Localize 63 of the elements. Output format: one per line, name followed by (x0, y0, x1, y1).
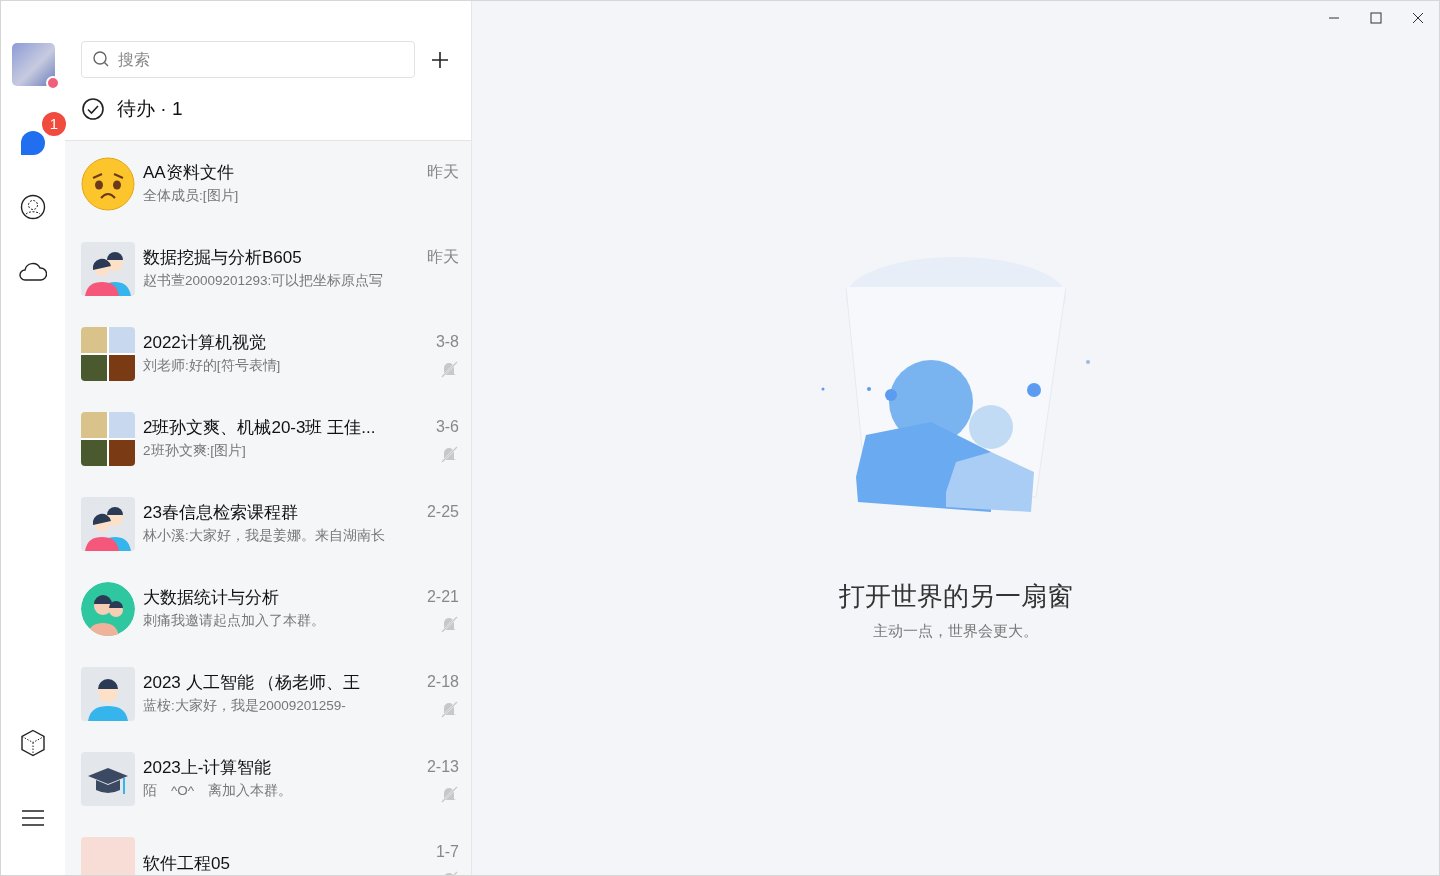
chat-item[interactable]: 23春信息检索课程群 林小溪:大家好，我是姜娜。来自湖南长 2-25 (65, 481, 471, 566)
plus-icon (430, 49, 450, 70)
chat-preview: 2班孙文爽:[图片] (143, 442, 247, 460)
search-field[interactable]: 搜索 (81, 41, 415, 78)
chat-time: 3-6 (435, 417, 459, 437)
empty-state-title: 打开世界的另一扇窗 (838, 580, 1073, 613)
people-avatar (81, 581, 135, 636)
chat-item[interactable]: 软件工程05 1-7 (65, 821, 471, 875)
chat-title: 2022计算机视觉 (143, 332, 267, 354)
graduation-cap-avatar (81, 751, 135, 806)
chat-bubble-icon[interactable] (18, 128, 48, 158)
chat-item[interactable]: 2022计算机视觉 刘老师:好的[符号表情] 3-8 (65, 311, 471, 396)
menu-icon[interactable] (21, 809, 45, 827)
close-icon (1412, 12, 1424, 24)
muted-bell-icon (439, 444, 459, 464)
cube-icon[interactable] (20, 729, 46, 757)
chat-item[interactable]: 2023上-计算智能 陌 ^O^ 离加入本群。 2-13 (65, 736, 471, 821)
photo-grid-placeholder (81, 326, 135, 381)
empty-state-subtitle: 主动一点，世界会更大。 (873, 621, 1038, 641)
chat-preview: 林小溪:大家好，我是姜娜。来自湖南长 (143, 527, 386, 545)
chat-item[interactable]: AA资料文件 全体成员:[图片] 昨天 (65, 141, 471, 226)
muted-bell-icon (439, 359, 459, 379)
chat-title: 23春信息检索课程群 (143, 502, 299, 524)
chat-preview: 蓝桉:大家好，我是20009201259- (143, 697, 347, 715)
person-avatar (81, 666, 135, 721)
chat-title: 数据挖掘与分析B605 (143, 247, 303, 269)
chat-preview: 刺痛我邀请起点加入了本群。 (143, 612, 326, 630)
chat-time: 昨天 (427, 247, 459, 267)
chat-item[interactable]: 大数据统计与分析 刺痛我邀请起点加入了本群。 2-21 (65, 566, 471, 651)
unread-count: 1 (42, 112, 66, 136)
chat-title: 软件工程05 (143, 853, 231, 875)
chat-preview: 赵书萱20009201293:可以把坐标原点写 (143, 272, 385, 290)
chat-item[interactable]: 2023 人工智能 （杨老师、王 蓝桉:大家好，我是20009201259- 2-18 (65, 651, 471, 736)
chat-time: 2-21 (426, 587, 459, 607)
chat-time: 2-25 (426, 502, 459, 522)
chat-time: 3-8 (435, 332, 459, 352)
chat-time: 1-7 (435, 842, 459, 862)
chat-title: AA资料文件 (143, 162, 235, 184)
chat-item[interactable]: 2班孙文爽、机械20-3班 王佳... 2班孙文爽:[图片] 3-6 (65, 396, 471, 481)
group-avatar (81, 496, 135, 551)
chat-time: 2-13 (426, 757, 459, 777)
sad-face-avatar (81, 156, 135, 211)
check-circle-icon (81, 97, 105, 121)
chat-title: 2023 人工智能 （杨老师、王 (143, 672, 362, 694)
chat-time: 2-18 (426, 672, 459, 692)
chat-title: 大数据统计与分析 (143, 587, 280, 609)
chat-item[interactable]: 数据挖掘与分析B605 赵书萱20009201293:可以把坐标原点写 昨天 (65, 226, 471, 311)
chat-preview: 陌 ^O^ 离加入本群。 (143, 782, 294, 800)
maximize-icon (1370, 12, 1382, 24)
muted-bell-icon (439, 699, 459, 719)
chat-preview: 刘老师:好的[符号表情] (143, 357, 282, 375)
muted-bell-icon (439, 784, 459, 804)
contacts-icon[interactable] (20, 194, 46, 220)
group-avatar (81, 241, 135, 296)
chat-time: 昨天 (427, 162, 459, 182)
chat-title: 2023上-计算智能 (143, 757, 273, 779)
photo-grid-placeholder (81, 411, 135, 466)
chat-title: 2班孙文爽、机械20-3班 王佳... (143, 417, 377, 439)
todo-label[interactable]: 待办 · 1 (117, 94, 183, 124)
muted-bell-icon (439, 614, 459, 634)
photo-placeholder (81, 836, 135, 875)
chat-preview: 全体成员:[图片] (143, 187, 240, 205)
cloud-icon[interactable] (19, 260, 47, 282)
